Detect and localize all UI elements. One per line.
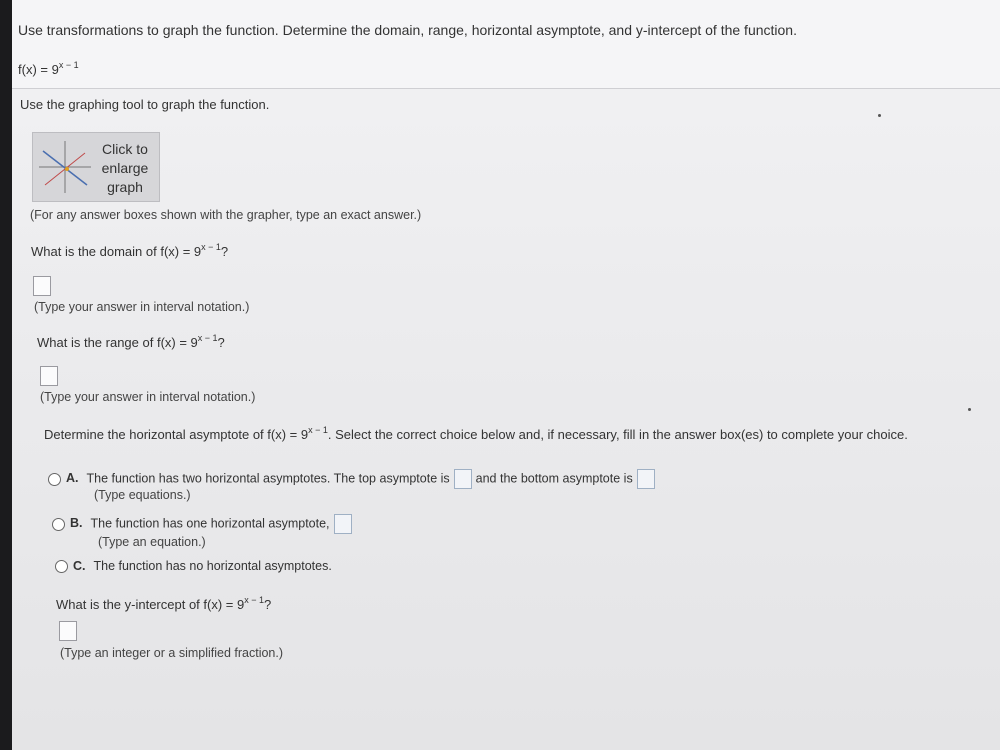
choice-a-hint: (Type equations.) xyxy=(94,488,191,502)
asymptote-question: Determine the horizontal asymptote of f(… xyxy=(44,425,908,442)
choice-a-top-asymptote-input[interactable] xyxy=(453,469,472,489)
grapher-note: (For any answer boxes shown with the gra… xyxy=(30,208,422,222)
yintercept-answer-input[interactable] xyxy=(59,621,77,641)
enlarge-graph-label: Click to enlarge graph xyxy=(101,141,149,195)
range-answer-input[interactable] xyxy=(40,366,58,386)
function-definition: f(x) = 9x − 1 xyxy=(18,60,79,77)
yintercept-hint: (Type an integer or a simplified fractio… xyxy=(60,646,284,660)
choice-a-radio[interactable] xyxy=(48,472,61,486)
enlarge-graph-button[interactable]: Click to enlarge graph xyxy=(32,132,160,202)
yintercept-question: What is the y-intercept of f(x) = 9x − 1… xyxy=(56,595,272,612)
domain-hint: (Type your answer in interval notation.) xyxy=(34,300,250,314)
domain-answer-input[interactable] xyxy=(33,276,51,296)
function-exponent: x − 1 xyxy=(58,60,79,70)
range-hint: (Type your answer in interval notation.) xyxy=(40,390,256,404)
question-header: Use transformations to graph the functio… xyxy=(12,0,1000,89)
range-question: What is the range of f(x) = 9x − 1? xyxy=(37,333,225,350)
choice-b-asymptote-input[interactable] xyxy=(333,514,352,534)
graph-thumbnail-icon xyxy=(39,141,91,193)
screen: Use transformations to graph the functio… xyxy=(12,0,1000,750)
choice-a[interactable]: A. The function has two horizontal asympt… xyxy=(48,469,659,489)
monitor-bezel-left xyxy=(0,0,12,750)
choice-c[interactable]: C. The function has no horizontal asympto… xyxy=(55,559,332,574)
function-base: f(x) = 9 xyxy=(18,62,59,77)
choice-a-bottom-asymptote-input[interactable] xyxy=(636,469,655,489)
domain-question: What is the domain of f(x) = 9x − 1? xyxy=(31,242,229,259)
choice-b[interactable]: B. The function has one horizontal asympt… xyxy=(52,514,356,534)
question-instruction: Use transformations to graph the functio… xyxy=(18,22,797,38)
screen-speck xyxy=(878,114,881,117)
choice-b-radio[interactable] xyxy=(52,517,65,531)
screen-speck xyxy=(968,408,971,411)
choice-b-hint: (Type an equation.) xyxy=(98,535,206,549)
graph-tool-instruction: Use the graphing tool to graph the funct… xyxy=(20,97,270,112)
choice-c-radio[interactable] xyxy=(55,560,68,574)
